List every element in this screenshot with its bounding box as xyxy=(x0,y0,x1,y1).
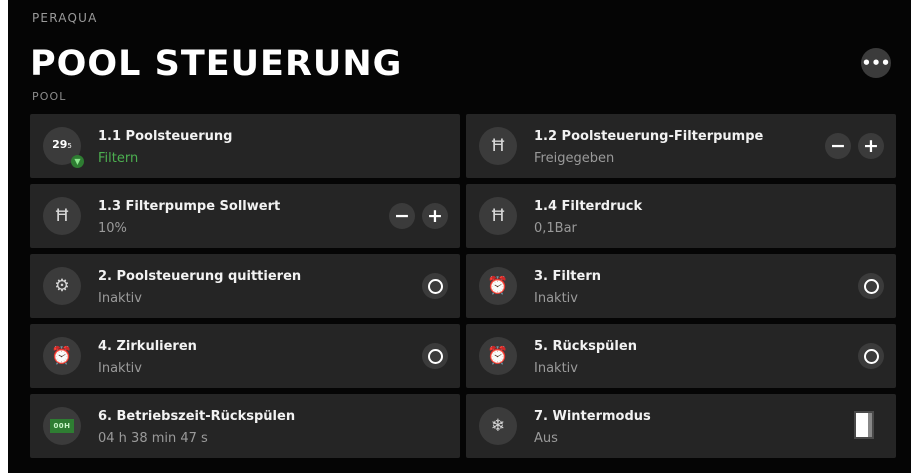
card-title: 2. Poolsteuerung quittieren xyxy=(98,269,302,284)
card-status: 10% xyxy=(98,221,127,236)
toggle-button[interactable] xyxy=(422,343,448,369)
card-poolsteuerung[interactable]: 295 ▼ 1.1 Poolsteuerung Filtern xyxy=(30,114,460,178)
gears-icon: ⚙ xyxy=(43,267,81,305)
card-rueckspuelen[interactable]: ⏰ 5. Rückspülen Inaktiv xyxy=(466,324,896,388)
card-title: 5. Rückspülen xyxy=(534,339,637,354)
toggle-button[interactable] xyxy=(858,273,884,299)
page-title: POOL STEUERUNG xyxy=(30,44,403,84)
card-filterpumpe-sollwert[interactable]: Ħ 1.3 Filterpumpe Sollwert 10% − + xyxy=(30,184,460,248)
vendor-label: PERAQUA xyxy=(32,11,98,25)
pool-control-panel: PERAQUA POOL STEUERUNG POOL ••• 295 ▼ 1.… xyxy=(0,0,911,473)
increase-button[interactable]: + xyxy=(422,203,448,229)
card-title: 1.3 Filterpumpe Sollwert xyxy=(98,199,281,214)
toggle-button[interactable] xyxy=(422,273,448,299)
pump-icon: Ħ xyxy=(479,127,517,165)
card-zirkulieren[interactable]: ⏰ 4. Zirkulieren Inaktiv xyxy=(30,324,460,388)
card-poolsteuerung-filterpumpe[interactable]: Ħ 1.2 Poolsteuerung-Filterpumpe Freigege… xyxy=(466,114,896,178)
card-status: Inaktiv xyxy=(534,361,578,376)
card-status: Freigegeben xyxy=(534,151,615,166)
increase-button[interactable]: + xyxy=(858,133,884,159)
card-status: 04 h 38 min 47 s xyxy=(98,431,208,446)
decrease-button[interactable]: − xyxy=(389,203,415,229)
alarm-clock-icon: ⏰ xyxy=(479,337,517,375)
card-status: 0,1Bar xyxy=(534,221,577,236)
circle-icon xyxy=(863,278,879,294)
temperature-value: 29 xyxy=(52,137,68,151)
pump-icon: Ħ xyxy=(43,197,81,235)
page-subtitle: POOL xyxy=(32,90,67,103)
snowflake-icon: ❄ xyxy=(479,407,517,445)
card-status: Inaktiv xyxy=(534,291,578,306)
decrease-button[interactable]: − xyxy=(825,133,851,159)
counter-display: 00H xyxy=(50,419,74,433)
alarm-clock-icon: ⏰ xyxy=(479,267,517,305)
alarm-clock-icon: ⏰ xyxy=(43,337,81,375)
card-wintermodus[interactable]: ❄ 7. Wintermodus Aus xyxy=(466,394,896,458)
toggle-button[interactable] xyxy=(858,343,884,369)
card-status: Inaktiv xyxy=(98,291,142,306)
temperature-decimal: 5 xyxy=(67,141,72,150)
card-status: Inaktiv xyxy=(98,361,142,376)
card-status: Aus xyxy=(534,431,558,446)
card-title: 1.1 Poolsteuerung xyxy=(98,129,233,144)
card-filtern[interactable]: ⏰ 3. Filtern Inaktiv xyxy=(466,254,896,318)
device-grid: 295 ▼ 1.1 Poolsteuerung Filtern Ħ 1.2 Po… xyxy=(30,114,896,458)
more-options-button[interactable]: ••• xyxy=(861,48,891,78)
wintermodus-switch[interactable] xyxy=(854,411,874,439)
circle-icon xyxy=(427,348,443,364)
card-title: 1.4 Filterdruck xyxy=(534,199,643,214)
card-betriebszeit-rueckspuelen[interactable]: 00H 6. Betriebszeit-Rückspülen 04 h 38 m… xyxy=(30,394,460,458)
pump-icon: Ħ xyxy=(479,197,517,235)
card-title: 6. Betriebszeit-Rückspülen xyxy=(98,409,296,424)
card-filterdruck[interactable]: Ħ 1.4 Filterdruck 0,1Bar xyxy=(466,184,896,248)
counter-icon: 00H xyxy=(43,407,81,445)
circle-icon xyxy=(863,348,879,364)
circle-icon xyxy=(427,278,443,294)
card-title: 3. Filtern xyxy=(534,269,601,284)
card-title: 4. Zirkulieren xyxy=(98,339,197,354)
filter-icon: ▼ xyxy=(71,155,84,168)
card-title: 1.2 Poolsteuerung-Filterpumpe xyxy=(534,129,764,144)
card-status: Filtern xyxy=(98,151,139,166)
card-poolsteuerung-quittieren[interactable]: ⚙ 2. Poolsteuerung quittieren Inaktiv xyxy=(30,254,460,318)
card-title: 7. Wintermodus xyxy=(534,409,651,424)
